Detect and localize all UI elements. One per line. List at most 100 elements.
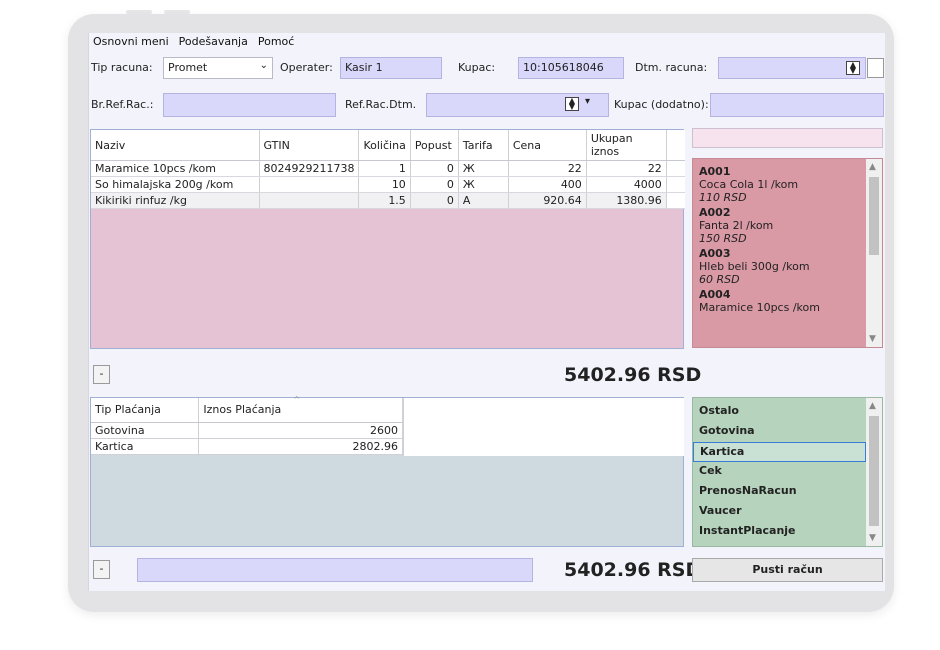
cell-cena[interactable]: 920.64 (508, 192, 587, 209)
spinner-icon[interactable]: ▲ ▼ (565, 97, 579, 111)
cell-naziv[interactable]: Kikiriki rinfuz /kg (91, 192, 260, 209)
cell-tarifa[interactable]: Ж (458, 160, 509, 177)
payment-types-list[interactable]: Ostalo Gotovina Kartica Cek PrenosNaRacu… (692, 397, 883, 547)
cell-ukupan-iznos[interactable]: 4000 (586, 176, 667, 193)
cell-filler (666, 192, 685, 209)
cell-kolicina[interactable]: 10 (358, 176, 411, 193)
product-search-input[interactable] (692, 128, 883, 148)
table-row[interactable]: So himalajska 200g /kom 10 0 Ж 400 4000 (91, 176, 685, 193)
table-row[interactable]: Gotovina 2600 (91, 422, 403, 439)
cell-naziv[interactable]: Maramice 10pcs /kom (91, 160, 260, 177)
cell-gtin[interactable] (259, 192, 360, 209)
menu-bar: Osnovni meni Podešavanja Pomoć (93, 35, 294, 51)
tip-racuna-label: Tip racuna: (91, 61, 153, 74)
menu-item-osnovni[interactable]: Osnovni meni (93, 35, 169, 51)
tip-racuna-select[interactable]: Promet ⌄ (163, 57, 273, 79)
cell-filler (666, 160, 685, 177)
cell-iznos-placanja[interactable]: 2802.96 (198, 438, 403, 455)
col-popust[interactable]: Popust (410, 130, 459, 161)
operater-field[interactable]: Kasir 1 (340, 57, 442, 79)
cell-tip-placanja[interactable]: Gotovina (91, 422, 200, 439)
scroll-down-icon[interactable]: ▼ (869, 334, 876, 344)
product-price: 60 RSD (699, 273, 740, 286)
cell-cena[interactable]: 22 (508, 160, 587, 177)
product-code: A002 (699, 206, 731, 219)
br-ref-field[interactable] (163, 93, 336, 117)
col-ukupan-iznos[interactable]: Ukupan iznos (586, 130, 667, 161)
operater-label: Operater: (280, 61, 333, 74)
cell-kolicina[interactable]: 1.5 (358, 192, 411, 209)
product-code: A001 (699, 165, 731, 178)
items-table: Naziv GTIN Količina Popust Tarifa Cena U… (91, 130, 685, 209)
cell-tarifa[interactable]: Ж (458, 176, 509, 193)
list-item[interactable]: Gotovina (693, 422, 866, 442)
cell-popust[interactable]: 0 (410, 160, 459, 177)
col-naziv[interactable]: Naziv (91, 130, 260, 161)
col-gtin[interactable]: GTIN (259, 130, 360, 161)
col-iznos-placanja[interactable]: Iznos Plaćanja ^ (198, 395, 403, 423)
table-row[interactable]: Kartica 2802.96 (91, 438, 403, 455)
list-item[interactable]: InstantPlacanje (693, 522, 866, 542)
col-tip-placanja[interactable]: Tip Plaćanja (91, 398, 200, 423)
list-item[interactable]: PrenosNaRacun (693, 482, 866, 502)
table-row[interactable]: Maramice 10pcs /kom 8024929211738 1 0 Ж … (91, 160, 685, 177)
scroll-down-icon[interactable]: ▼ (869, 533, 876, 543)
list-item[interactable]: Vaucer (693, 502, 866, 522)
kupac-value: 10:105618046 (523, 61, 604, 74)
scrollbar-thumb[interactable] (869, 177, 879, 255)
cell-iznos-placanja[interactable]: 2600 (198, 422, 403, 439)
product-list[interactable]: A001 Coca Cola 1l /kom 110 RSD A002 Fant… (692, 158, 883, 348)
list-item[interactable]: Cek (693, 462, 866, 482)
col-cena[interactable]: Cena (508, 130, 587, 161)
spinner-icon[interactable]: ▲ ▼ (846, 61, 860, 75)
cell-popust[interactable]: 0 (410, 192, 459, 209)
operater-value: Kasir 1 (345, 61, 383, 74)
dtm-racuna-button[interactable] (867, 58, 884, 78)
payment-amount-input[interactable] (137, 558, 533, 582)
product-name: Maramice 10pcs /kom (699, 301, 820, 314)
payments-grid-filler (403, 398, 684, 456)
list-item[interactable]: A002 Fanta 2l /kom 150 RSD (699, 206, 865, 245)
cell-filler (666, 176, 685, 193)
cell-gtin[interactable] (259, 176, 360, 193)
payments-table: Tip Plaćanja Iznos Plaćanja ^ Gotovina 2… (91, 395, 403, 455)
payments-grid: Tip Plaćanja Iznos Plaćanja ^ Gotovina 2… (90, 395, 684, 547)
col-tarifa[interactable]: Tarifa (458, 130, 509, 161)
scrollbar-thumb[interactable] (869, 416, 879, 526)
product-list-scrollbar[interactable]: ▲ ▼ (866, 159, 882, 347)
list-item-selected[interactable]: Kartica (693, 442, 866, 462)
cell-ukupan-iznos[interactable]: 22 (586, 160, 667, 177)
scroll-up-icon[interactable]: ▲ (869, 401, 876, 411)
cell-cena[interactable]: 400 (508, 176, 587, 193)
menu-item-pomoc[interactable]: Pomoć (258, 35, 294, 51)
cell-gtin[interactable]: 8024929211738 (259, 160, 360, 177)
cell-tarifa[interactable]: A (458, 192, 509, 209)
ref-dtm-field[interactable] (426, 93, 609, 117)
pusti-racun-button[interactable]: Pusti račun (692, 558, 883, 582)
kupac-label: Kupac: (458, 61, 496, 74)
kupac-dodatno-label: Kupac (dodatno): (614, 98, 709, 111)
remove-item-button[interactable]: - (93, 365, 110, 384)
list-item[interactable]: A004 Maramice 10pcs /kom (699, 288, 865, 314)
payment-types-scrollbar[interactable]: ▲ ▼ (866, 398, 882, 546)
chevron-down-icon[interactable]: ▾ (585, 96, 590, 107)
list-item[interactable]: Ostalo (693, 402, 866, 422)
product-code: A003 (699, 247, 731, 260)
scroll-up-icon[interactable]: ▲ (869, 162, 876, 172)
dtm-racuna-field[interactable] (718, 57, 866, 79)
cell-tip-placanja[interactable]: Kartica (91, 438, 200, 455)
kupac-field[interactable]: 10:105618046 (518, 57, 624, 79)
tip-racuna-value: Promet (168, 61, 208, 74)
kupac-dodatno-field[interactable] (710, 93, 884, 117)
cell-popust[interactable]: 0 (410, 176, 459, 193)
list-item[interactable]: A001 Coca Cola 1l /kom 110 RSD (699, 165, 865, 204)
table-row[interactable]: Kikiriki rinfuz /kg 1.5 0 A 920.64 1380.… (91, 192, 685, 209)
menu-item-podesavanja[interactable]: Podešavanja (179, 35, 248, 51)
cell-naziv[interactable]: So himalajska 200g /kom (91, 176, 260, 193)
col-kolicina[interactable]: Količina (358, 130, 411, 161)
list-item[interactable]: A003 Hleb beli 300g /kom 60 RSD (699, 247, 865, 286)
cell-kolicina[interactable]: 1 (358, 160, 411, 177)
remove-payment-button[interactable]: - (93, 560, 110, 579)
product-name: Hleb beli 300g /kom (699, 260, 810, 273)
cell-ukupan-iznos[interactable]: 1380.96 (586, 192, 667, 209)
